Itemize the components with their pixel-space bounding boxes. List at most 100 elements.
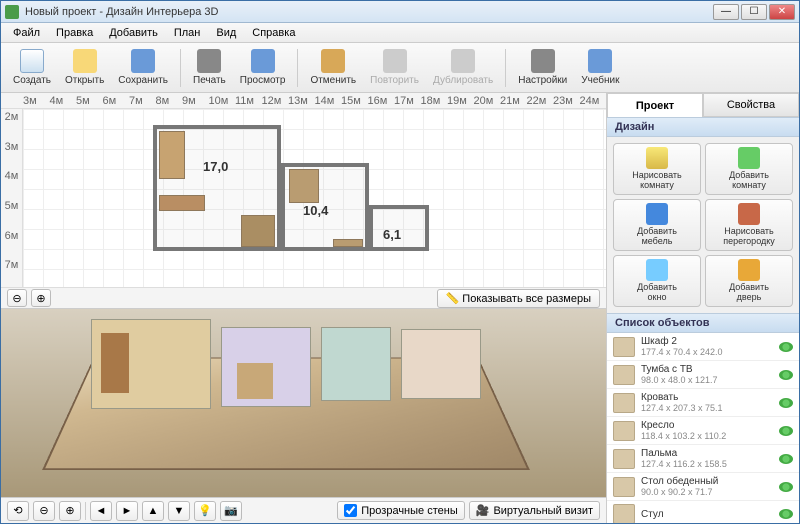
ruler-tick: 3м <box>1 139 22 169</box>
ruler-tick: 13м <box>288 95 315 107</box>
ruler-vertical: 2м3м4м5м6м7м <box>1 109 23 287</box>
design-buttons-grid: Нарисоватькомнату Добавитькомнату Добавить… <box>607 137 799 313</box>
object-name: Стол обеденный <box>641 476 773 487</box>
ruler-tick: 2м <box>1 109 22 139</box>
close-button[interactable]: ✕ <box>769 4 795 20</box>
menu-item[interactable]: План <box>166 25 209 41</box>
view-angle-button[interactable]: ⟲ <box>7 501 29 521</box>
toolbar-label: Просмотр <box>240 75 286 86</box>
show-sizes-button[interactable]: 📏 Показывать все размеры <box>437 289 600 308</box>
object-name: Стул <box>641 509 773 520</box>
object-list-row[interactable]: Тумба с ТВ98.0 x 48.0 x 121.7 <box>607 361 799 389</box>
camera-button[interactable]: 📷 <box>220 501 242 521</box>
design-action-button[interactable]: Добавитьдверь <box>705 255 793 307</box>
menu-item[interactable]: Правка <box>48 25 101 41</box>
plan-2d[interactable]: 17,010,46,1 <box>23 109 606 287</box>
design-button-label: Добавитькомнату <box>729 171 769 191</box>
visibility-eye-icon[interactable] <box>779 482 793 492</box>
toolbar-button[interactable]: Создать <box>7 47 57 88</box>
toolbar-button[interactable]: Отменить <box>304 47 362 88</box>
ic-new-icon <box>20 49 44 73</box>
visibility-eye-icon[interactable] <box>779 398 793 408</box>
ruler-tick: 4м <box>1 168 22 198</box>
object-thumbnail-icon <box>613 449 635 469</box>
tab-project[interactable]: Проект <box>607 93 703 117</box>
object-dimensions: 127.4 x 116.2 x 158.5 <box>641 459 773 469</box>
minimize-button[interactable]: — <box>713 4 739 20</box>
nav-up-button[interactable]: ▲ <box>142 501 164 521</box>
design-button-label: Добавитьдверь <box>729 283 769 303</box>
plan-toolbar: ⊖ ⊕ 📏 Показывать все размеры <box>1 287 606 309</box>
toolbar-button: Повторить <box>364 47 425 88</box>
zoom-out-button[interactable]: ⊖ <box>7 289 27 307</box>
menu-item[interactable]: Справка <box>244 25 303 41</box>
light-button[interactable]: 💡 <box>194 501 216 521</box>
ruler-tick: 14м <box>315 95 342 107</box>
tab-properties[interactable]: Свойства <box>703 93 799 117</box>
ic-preview-icon <box>251 49 275 73</box>
room-area-label: 17,0 <box>203 159 228 174</box>
object-list-row[interactable]: Стул <box>607 501 799 523</box>
view3d-toolbar: ⟲ ⊖ ⊕ ◄ ► ▲ ▼ 💡 📷 Прозрачные стены 🎥 Вир… <box>1 497 606 523</box>
toolbar-button[interactable]: Просмотр <box>234 47 292 88</box>
toolbar: СоздатьОткрытьСохранить Печать Просмотр Отм… <box>1 43 799 93</box>
design-action-button[interactable]: Добавитьмебель <box>613 199 701 251</box>
menu-item[interactable]: Файл <box>5 25 48 41</box>
design-action-button[interactable]: Добавитьокно <box>613 255 701 307</box>
ic-settings-icon <box>531 49 555 73</box>
ic-room-icon <box>646 147 668 169</box>
ic-print-icon <box>197 49 221 73</box>
nav-left-button[interactable]: ◄ <box>90 501 112 521</box>
room-outline[interactable] <box>153 125 281 251</box>
toolbar-label: Дублировать <box>433 75 493 86</box>
object-list-row[interactable]: Кресло118.4 x 103.2 x 110.2 <box>607 417 799 445</box>
object-list-row[interactable]: Стол обеденный90.0 x 90.2 x 71.7 <box>607 473 799 501</box>
nav-down-button[interactable]: ▼ <box>168 501 190 521</box>
menu-item[interactable]: Вид <box>208 25 244 41</box>
toolbar-label: Настройки <box>518 75 567 86</box>
design-action-button[interactable]: Нарисоватьперегородку <box>705 199 793 251</box>
object-name: Пальма <box>641 448 773 459</box>
ruler-horizontal: 3м4м5м6м7м8м9м10м11м12м13м14м15м16м17м18… <box>1 93 606 109</box>
ic-addroom-icon <box>738 147 760 169</box>
toolbar-button[interactable]: Сохранить <box>112 47 174 88</box>
visibility-eye-icon[interactable] <box>779 370 793 380</box>
object-info: Стул <box>641 509 773 520</box>
view-3d[interactable] <box>1 309 606 497</box>
zoom-in-button[interactable]: ⊕ <box>31 289 51 307</box>
ruler-tick: 21м <box>500 95 527 107</box>
zoom-in-3d-button[interactable]: ⊕ <box>59 501 81 521</box>
object-thumbnail-icon <box>613 477 635 497</box>
visibility-eye-icon[interactable] <box>779 342 793 352</box>
sidebar-tabs: Проект Свойства <box>607 93 799 117</box>
design-action-button[interactable]: Добавитькомнату <box>705 143 793 195</box>
object-info: Стол обеденный90.0 x 90.2 x 71.7 <box>641 476 773 497</box>
object-name: Кровать <box>641 392 773 403</box>
ic-dup-icon <box>451 49 475 73</box>
ruler-tick: 5м <box>1 198 22 228</box>
object-list-row[interactable]: Шкаф 2177.4 x 70.4 x 242.0 <box>607 333 799 361</box>
toolbar-button[interactable]: Настройки <box>512 47 573 88</box>
design-action-button[interactable]: Нарисоватькомнату <box>613 143 701 195</box>
object-thumbnail-icon <box>613 421 635 441</box>
transparent-walls-toggle[interactable]: Прозрачные стены <box>337 501 464 520</box>
visibility-eye-icon[interactable] <box>779 454 793 464</box>
toolbar-button[interactable]: Учебник <box>575 47 625 88</box>
maximize-button[interactable]: ☐ <box>741 4 767 20</box>
ruler-tick: 16м <box>368 95 395 107</box>
ruler-tick: 11м <box>235 95 262 107</box>
object-list-row[interactable]: Кровать127.4 x 207.3 x 75.1 <box>607 389 799 417</box>
nav-right-button[interactable]: ► <box>116 501 138 521</box>
virtual-visit-button[interactable]: 🎥 Виртуальный визит <box>469 501 600 520</box>
zoom-out-3d-button[interactable]: ⊖ <box>33 501 55 521</box>
ruler-tick: 7м <box>1 257 22 287</box>
object-info: Кресло118.4 x 103.2 x 110.2 <box>641 420 773 441</box>
visibility-eye-icon[interactable] <box>779 509 793 519</box>
ruler-tick: 6м <box>103 95 130 107</box>
menu-item[interactable]: Добавить <box>101 25 166 41</box>
toolbar-button[interactable]: Печать <box>187 47 232 88</box>
transparent-walls-checkbox[interactable] <box>344 504 357 517</box>
object-list-row[interactable]: Пальма127.4 x 116.2 x 158.5 <box>607 445 799 473</box>
toolbar-button[interactable]: Открыть <box>59 47 110 88</box>
visibility-eye-icon[interactable] <box>779 426 793 436</box>
